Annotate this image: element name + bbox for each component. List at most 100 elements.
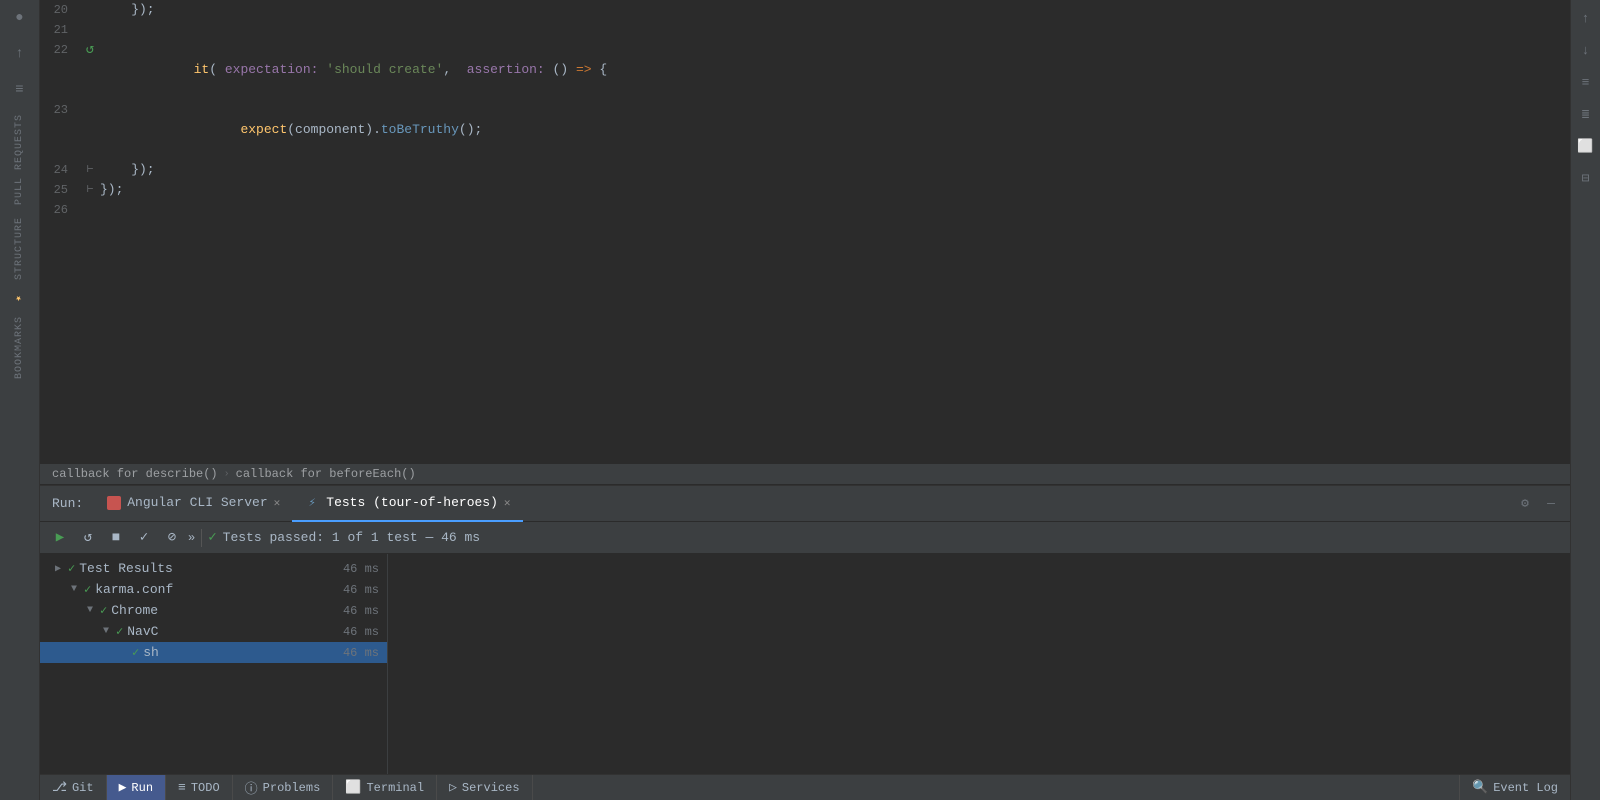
cancel-button[interactable]: ⊘ — [160, 526, 184, 550]
angular-cli-icon — [107, 496, 121, 510]
tab-angular-cli-close[interactable]: ✕ — [274, 496, 281, 510]
breadcrumb-bar: callback for describe() › callback for b… — [40, 464, 1570, 485]
run-tabs-actions: ⚙ — — [1514, 493, 1570, 515]
more-button[interactable]: » — [188, 531, 195, 545]
status-git[interactable]: ⎇ Git — [40, 775, 107, 800]
tab-tests-close[interactable]: ✕ — [504, 496, 511, 510]
expand-chrome[interactable]: ▼ — [84, 605, 96, 616]
gutter-25: ⊢ — [80, 180, 100, 200]
tree-item-test-results[interactable]: ▶ ✓ Test Results 46 ms — [40, 558, 387, 579]
expand-navc[interactable]: ▼ — [100, 626, 112, 637]
sidebar-icon-upload[interactable]: ↑ — [2, 36, 38, 72]
code-line-23: 23 expect(component).toBeTruthy(); — [40, 100, 1570, 160]
run-tabs-bar: Run: Angular CLI Server ✕ ⚡ Tests (tour-… — [40, 486, 1570, 522]
sidebar-label-bookmarks[interactable]: Bookmarks — [14, 310, 25, 385]
sidebar-icon-menu[interactable]: ≡ — [2, 72, 38, 108]
time-navc: 46 ms — [343, 625, 379, 639]
check-karma: ✓ — [84, 582, 91, 597]
test-output — [388, 554, 1570, 774]
status-todo-label: TODO — [191, 781, 220, 795]
check-test-results: ✓ — [68, 561, 75, 576]
tab-tests[interactable]: ⚡ Tests (tour-of-heroes) ✕ — [292, 486, 522, 522]
label-karma: karma.conf — [95, 582, 335, 597]
label-chrome: Chrome — [111, 603, 335, 618]
status-problems-label: Problems — [263, 781, 321, 795]
line-content-20: }); — [100, 0, 1570, 20]
status-run[interactable]: ▶ Run — [107, 775, 166, 800]
main-layout: ● ↑ ≡ Pull Requests Structure ★ Bookmark… — [0, 0, 1600, 800]
status-problems[interactable]: ⓘ Problems — [233, 775, 334, 800]
right-icon-lines[interactable]: ≡ — [1572, 68, 1600, 96]
status-right: 🔍 Event Log — [1459, 775, 1570, 800]
line-num-26: 26 — [40, 200, 80, 220]
right-icon-down[interactable]: ↓ — [1572, 36, 1600, 64]
line-num-25: 25 — [40, 180, 80, 200]
code-line-25: 25 ⊢ }); — [40, 180, 1570, 200]
rerun-button[interactable]: ↺ — [76, 526, 100, 550]
status-bar: ⎇ Git ▶ Run ≡ TODO ⓘ Problems ⬜ Terminal… — [40, 774, 1570, 800]
status-services-label: Services — [462, 781, 520, 795]
status-services[interactable]: ▷ Services — [437, 775, 532, 800]
code-lines: 20 }); 21 22 ↺ it( expectation: 'should … — [40, 0, 1570, 220]
test-status: ✓ Tests passed: 1 of 1 test — 46 ms — [208, 529, 480, 546]
run-panel: Run: Angular CLI Server ✕ ⚡ Tests (tour-… — [40, 485, 1570, 774]
sidebar-label-pull-requests[interactable]: Pull Requests — [14, 108, 25, 211]
stop-button[interactable]: ■ — [104, 526, 128, 550]
code-line-24: 24 ⊢ }); — [40, 160, 1570, 180]
status-run-label: Run — [131, 781, 153, 795]
time-sh: 46 ms — [343, 646, 379, 660]
code-editor[interactable]: 20 }); 21 22 ↺ it( expectation: 'should … — [40, 0, 1570, 464]
breadcrumb-item-1[interactable]: callback for describe() — [52, 467, 218, 481]
status-terminal-label: Terminal — [366, 781, 424, 795]
right-icon-list[interactable]: ⊟ — [1572, 164, 1600, 192]
event-log-icon: 🔍 — [1472, 780, 1488, 795]
status-terminal[interactable]: ⬜ Terminal — [333, 775, 437, 800]
time-karma: 46 ms — [343, 583, 379, 597]
status-todo[interactable]: ≡ TODO — [166, 775, 233, 800]
run-label: Run: — [40, 496, 95, 511]
line-content-23: expect(component).toBeTruthy(); — [100, 100, 1570, 160]
center-content: 20 }); 21 22 ↺ it( expectation: 'should … — [40, 0, 1570, 800]
tab-angular-cli[interactable]: Angular CLI Server ✕ — [95, 486, 292, 522]
problems-icon: ⓘ — [245, 778, 258, 797]
line-num-22: 22 — [40, 40, 80, 60]
sidebar-label-favorites[interactable]: ★ — [14, 286, 25, 310]
tree-item-karma[interactable]: ▼ ✓ karma.conf 46 ms — [40, 579, 387, 600]
status-event-log[interactable]: 🔍 Event Log — [1459, 775, 1570, 800]
left-sidebar: ● ↑ ≡ Pull Requests Structure ★ Bookmark… — [0, 0, 40, 800]
label-navc: NavC — [127, 624, 335, 639]
sidebar-label-structure[interactable]: Structure — [14, 211, 25, 286]
git-icon: ⎇ — [52, 780, 67, 795]
time-chrome: 46 ms — [343, 604, 379, 618]
run-icon: ▶ — [119, 780, 127, 795]
gutter-22[interactable]: ↺ — [80, 40, 100, 60]
expand-karma[interactable]: ▼ — [68, 584, 80, 595]
check-button[interactable]: ✓ — [132, 526, 156, 550]
line-content-22: it( expectation: 'should create', assert… — [100, 40, 1570, 100]
test-tree: ▶ ✓ Test Results 46 ms ▼ ✓ karma.conf 46… — [40, 554, 388, 774]
tab-angular-cli-label: Angular CLI Server — [127, 495, 267, 510]
sidebar-icon-circle[interactable]: ● — [2, 0, 38, 36]
tab-tests-label: Tests (tour-of-heroes) — [326, 495, 498, 510]
run-results: ▶ ✓ Test Results 46 ms ▼ ✓ karma.conf 46… — [40, 554, 1570, 774]
status-check-icon: ✓ — [208, 529, 216, 546]
expand-test-results[interactable]: ▶ — [52, 563, 64, 575]
breadcrumb-item-2[interactable]: callback for beforeEach() — [236, 467, 416, 481]
status-text: Tests passed: 1 of 1 test — 46 ms — [223, 530, 480, 545]
right-icon-sort[interactable]: ≣ — [1572, 100, 1600, 128]
play-button[interactable]: ▶ — [48, 526, 72, 550]
tree-item-navc[interactable]: ▼ ✓ NavC 46 ms — [40, 621, 387, 642]
minimize-icon[interactable]: — — [1540, 493, 1562, 515]
settings-icon[interactable]: ⚙ — [1514, 493, 1536, 515]
line-content-25: }); — [100, 180, 1570, 200]
breadcrumb-separator: › — [224, 469, 230, 480]
tree-item-chrome[interactable]: ▼ ✓ Chrome 46 ms — [40, 600, 387, 621]
right-sidebar: ↑ ↓ ≡ ≣ ⬜ ⊟ — [1570, 0, 1600, 800]
code-line-22: 22 ↺ it( expectation: 'should create', a… — [40, 40, 1570, 100]
toolbar-separator — [201, 529, 202, 547]
tree-item-sh[interactable]: ✓ sh 46 ms — [40, 642, 387, 663]
line-num-24: 24 — [40, 160, 80, 180]
check-sh: ✓ — [132, 645, 139, 660]
right-icon-print[interactable]: ⬜ — [1572, 132, 1600, 160]
right-icon-up[interactable]: ↑ — [1572, 4, 1600, 32]
